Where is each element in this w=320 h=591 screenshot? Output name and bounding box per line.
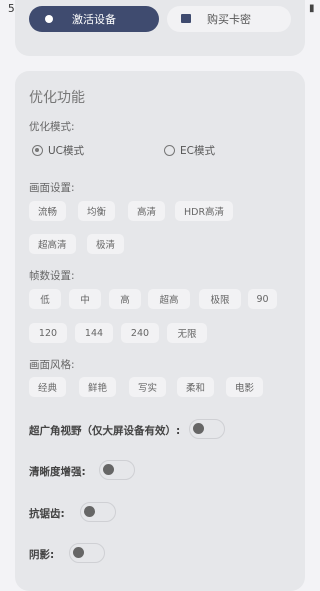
radio-ec-label: EC模式 (180, 145, 215, 157)
toggle-shadow[interactable] (69, 543, 105, 563)
radio-uc-mode[interactable]: UC模式 (32, 143, 84, 158)
radio-uc-label: UC模式 (48, 145, 85, 157)
card-icon (181, 14, 191, 23)
chip-quality-balanced[interactable]: 均衡 (78, 201, 116, 221)
chip-style-classic[interactable]: 经典 (29, 377, 67, 397)
radio-ec-mode[interactable]: EC模式 (164, 143, 215, 158)
chip-fps-low[interactable]: 低 (29, 289, 61, 309)
chip-style-vivid[interactable]: 鲜艳 (79, 377, 117, 397)
toggle-knob (84, 506, 95, 517)
chip-style-cinema[interactable]: 电影 (226, 377, 264, 397)
chip-fps-unlimited[interactable]: 无限 (167, 323, 207, 343)
optimization-card: 优化功能 优化模式: UC模式 EC模式 画面设置: 流畅 均衡 高清 HDR高… (15, 71, 305, 591)
toggle-antialias[interactable] (80, 502, 116, 522)
section-title: 优化功能 (29, 90, 85, 106)
toggle-knob (193, 423, 204, 434)
toggle-label-antialias: 抗锯齿: (29, 508, 65, 520)
chip-quality-hdr[interactable]: HDR高清 (175, 201, 234, 221)
chip-quality-ultra[interactable]: 超高清 (29, 234, 76, 254)
fps-label: 帧数设置: (29, 270, 75, 282)
radio-checked-icon (32, 145, 43, 156)
battery-icon: ▮ (309, 3, 315, 14)
toggle-clarity[interactable] (99, 460, 135, 480)
chip-fps-90[interactable]: 90 (248, 289, 277, 309)
activation-card: 激活设备 购买卡密 (15, 0, 305, 56)
chip-fps-120[interactable]: 120 (29, 323, 67, 343)
chip-fps-mid[interactable]: 中 (69, 289, 101, 309)
toggle-label-shadow: 阴影: (29, 549, 55, 561)
toggle-knob (103, 464, 114, 475)
chip-fps-max[interactable]: 极限 (199, 289, 241, 309)
buy-key-button[interactable]: 购买卡密 (167, 6, 291, 32)
mode-label: 优化模式: (29, 121, 75, 133)
chip-style-soft[interactable]: 柔和 (177, 377, 215, 397)
style-label: 画面风格: (29, 359, 75, 371)
toggle-knob (73, 547, 84, 558)
chip-fps-ultra[interactable]: 超高 (148, 289, 190, 309)
buy-label: 购买卡密 (207, 13, 251, 26)
chip-fps-high[interactable]: 高 (109, 289, 141, 309)
chip-fps-240[interactable]: 240 (121, 323, 159, 343)
toggle-wide-fov[interactable] (189, 419, 225, 439)
activate-label: 激活设备 (72, 13, 116, 26)
chip-style-realistic[interactable]: 写实 (129, 377, 167, 397)
toggle-label-clarity: 清晰度增强: (29, 466, 86, 478)
chip-quality-extreme[interactable]: 极清 (87, 234, 125, 254)
activate-device-button[interactable]: 激活设备 (29, 6, 159, 32)
chip-quality-smooth[interactable]: 流畅 (29, 201, 67, 221)
device-icon (45, 15, 53, 23)
radio-unchecked-icon (164, 145, 175, 156)
quality-label: 画面设置: (29, 182, 75, 194)
toggle-label-wide-fov: 超广角视野（仅大屏设备有效）: (29, 425, 181, 437)
chip-fps-144[interactable]: 144 (75, 323, 113, 343)
chip-quality-hd[interactable]: 高清 (128, 201, 166, 221)
